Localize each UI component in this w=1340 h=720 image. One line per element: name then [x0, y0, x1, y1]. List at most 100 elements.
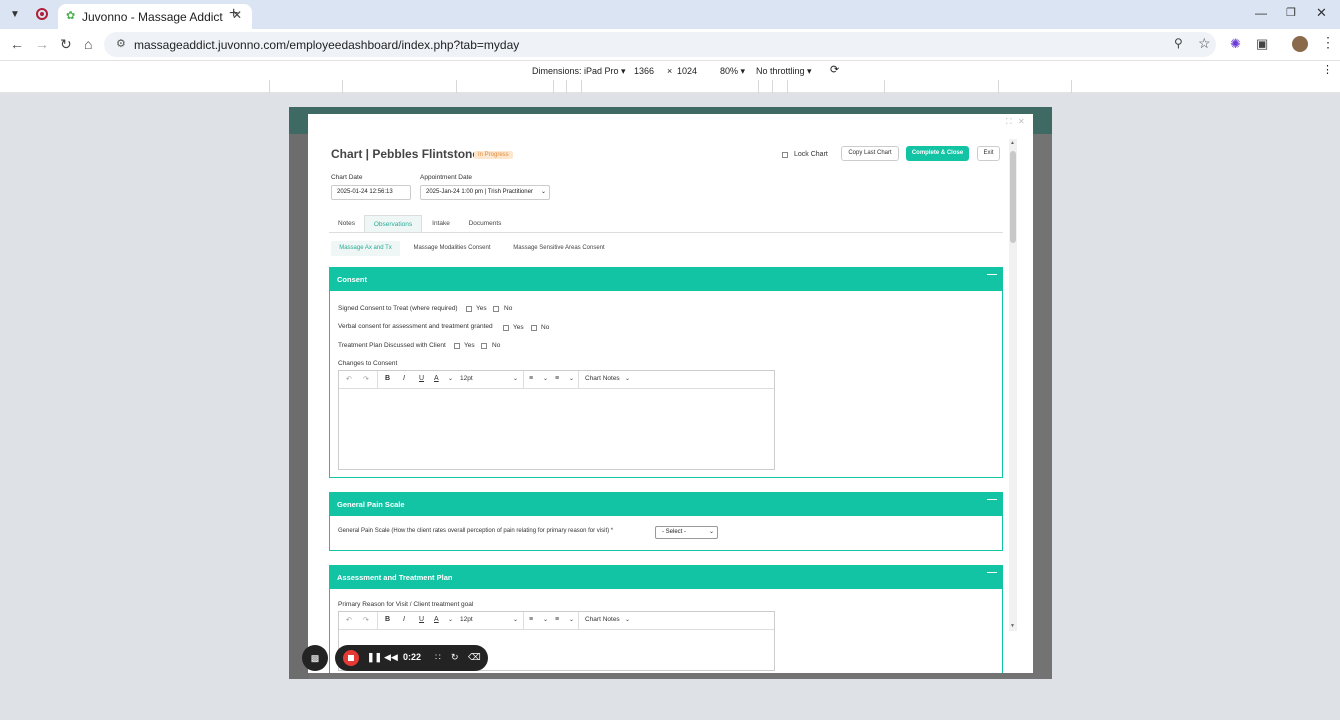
site-info-icon[interactable]: ⚙ — [116, 37, 126, 50]
browser-tab[interactable]: ✿ Juvonno - Massage Addict ✕ — [58, 4, 252, 29]
redo-icon[interactable]: ↷ — [363, 375, 369, 383]
zoom-dropdown[interactable]: 80% ▾ — [720, 66, 745, 77]
changes-consent-editor[interactable]: ↶ ↷ B I U A ⌄ 12pt ⌄ ≡ ⌄ ≡ ⌄ Chart Notes… — [338, 370, 775, 470]
underline-icon[interactable]: U — [419, 375, 424, 382]
home-icon[interactable]: ⌂ — [84, 36, 92, 52]
chevron-down-icon[interactable]: ⌄ — [569, 616, 574, 623]
tab-notes[interactable]: Notes — [333, 215, 360, 232]
treatment-plan-yes-checkbox[interactable] — [454, 343, 460, 349]
throttling-dropdown[interactable]: No throttling ▾ — [756, 66, 812, 77]
device-width-input[interactable]: 1366 — [634, 66, 654, 76]
url-text[interactable]: massageaddict.juvonno.com/employeedashbo… — [134, 38, 519, 52]
signed-consent-no-checkbox[interactable] — [493, 306, 499, 312]
complete-close-button[interactable]: Complete & Close — [906, 146, 969, 161]
bold-icon[interactable]: B — [385, 375, 390, 382]
expand-icon[interactable]: ⛶ — [1006, 117, 1012, 127]
tab-observations[interactable]: Observations — [364, 215, 422, 232]
restore-window-icon[interactable]: ❐ — [1286, 6, 1296, 19]
tab-intake[interactable]: Intake — [426, 215, 456, 232]
undo-icon[interactable]: ↶ — [346, 616, 352, 624]
consent-header[interactable]: Consent — — [330, 268, 1002, 291]
italic-icon[interactable]: I — [403, 616, 405, 623]
tab-documents[interactable]: Documents — [462, 215, 508, 232]
subtab-massage-ax-tx[interactable]: Massage Ax and Tx — [331, 241, 400, 256]
new-tab-icon[interactable]: + — [229, 5, 238, 23]
numbered-list-icon[interactable]: ≡ — [555, 375, 559, 382]
device-height-input[interactable]: 1024 — [677, 66, 697, 76]
trash-icon[interactable]: ⌫ — [468, 652, 481, 663]
bookmark-star-icon[interactable]: ☆ — [1198, 35, 1211, 52]
devtools-more-icon[interactable]: ⋮ — [1322, 63, 1333, 76]
underline-icon[interactable]: U — [419, 616, 424, 623]
chevron-down-icon[interactable]: ⌄ — [625, 616, 630, 623]
bold-icon[interactable]: B — [385, 616, 390, 623]
assessment-header[interactable]: Assessment and Treatment Plan — — [330, 566, 1002, 589]
chevron-down-icon[interactable]: ⌄ — [513, 375, 518, 382]
chevron-down-icon[interactable]: ⌄ — [513, 616, 518, 623]
chart-date-input[interactable]: 2025-01-24 12:56:13 — [331, 185, 411, 200]
browser-menu-icon[interactable]: ⋮ — [1321, 34, 1335, 51]
extension-icon[interactable]: ✺ — [1230, 36, 1241, 52]
collapse-icon[interactable]: — — [987, 566, 997, 580]
rewind-icon[interactable]: ◀◀ — [384, 652, 398, 663]
chart-notes-dropdown[interactable]: Chart Notes — [585, 375, 620, 382]
address-bar[interactable]: ⚙ massageaddict.juvonno.com/employeedash… — [104, 32, 1216, 57]
browser-toolbar: ← → ↻ ⌂ ⚙ massageaddict.juvonno.com/empl… — [0, 29, 1340, 60]
modal-close-icon[interactable]: ✕ — [1018, 117, 1025, 126]
subtab-sensitive-areas-consent[interactable]: Massage Sensitive Areas Consent — [506, 241, 612, 256]
pain-scale-header[interactable]: General Pain Scale — — [330, 493, 1002, 516]
exit-button[interactable]: Exit — [977, 146, 1000, 161]
undo-icon[interactable]: ↶ — [346, 375, 352, 383]
scroll-down-icon[interactable]: ▼ — [1010, 623, 1015, 629]
restart-icon[interactable]: ↻ — [451, 652, 459, 663]
pause-icon[interactable]: ❚❚ — [367, 652, 382, 663]
chart-notes-dropdown[interactable]: Chart Notes — [585, 616, 620, 623]
pain-scale-select[interactable]: - Select - ⌄ — [655, 526, 718, 539]
minimize-icon[interactable]: — — [1255, 6, 1267, 20]
signed-consent-yes-checkbox[interactable] — [466, 306, 472, 312]
chevron-down-icon[interactable]: ⌄ — [448, 375, 453, 382]
font-size-select[interactable]: 12pt — [460, 616, 473, 623]
numbered-list-icon[interactable]: ≡ — [555, 616, 559, 623]
collapse-icon[interactable]: — — [987, 268, 997, 282]
tab-search-chevron-icon[interactable]: ▼ — [6, 6, 24, 24]
camera-icon[interactable]: ▩ — [302, 645, 328, 671]
reload-icon[interactable]: ↻ — [60, 36, 72, 53]
forward-arrow-icon[interactable]: → — [35, 36, 49, 52]
recording-indicator-icon[interactable] — [36, 8, 48, 20]
scroll-thumb[interactable] — [1010, 151, 1016, 243]
chevron-down-icon[interactable]: ⌄ — [448, 616, 453, 623]
treatment-plan-no-checkbox[interactable] — [481, 343, 487, 349]
appointment-date-select[interactable]: 2025-Jan-24 1:00 pm | Trish Practitioner… — [420, 185, 550, 200]
italic-icon[interactable]: I — [403, 375, 405, 382]
verbal-consent-no-checkbox[interactable] — [531, 325, 537, 331]
grid-icon[interactable]: ∷ — [435, 652, 441, 663]
close-window-icon[interactable]: ✕ — [1316, 5, 1327, 21]
yes-label: Yes — [464, 342, 475, 349]
verbal-consent-yes-checkbox[interactable] — [503, 325, 509, 331]
rotate-device-icon[interactable]: ⟳ — [830, 63, 839, 76]
font-color-icon[interactable]: A — [434, 375, 439, 382]
chevron-down-icon[interactable]: ⌄ — [543, 616, 548, 623]
back-arrow-icon[interactable]: ← — [10, 36, 24, 52]
chevron-down-icon[interactable]: ⌄ — [569, 375, 574, 382]
chevron-down-icon[interactable]: ⌄ — [543, 375, 548, 382]
bullet-list-icon[interactable]: ≡ — [529, 375, 533, 382]
font-color-icon[interactable]: A — [434, 616, 439, 623]
scroll-up-icon[interactable]: ▲ — [1010, 140, 1015, 146]
stop-recording-button[interactable] — [343, 650, 359, 666]
chevron-down-icon[interactable]: ⌄ — [625, 375, 630, 382]
collapse-icon[interactable]: — — [987, 493, 997, 507]
bullet-list-icon[interactable]: ≡ — [529, 616, 533, 623]
subtab-modalities-consent[interactable]: Massage Modalities Consent — [405, 241, 499, 256]
device-dimensions-dropdown[interactable]: Dimensions: iPad Pro ▾ — [532, 66, 626, 77]
font-size-select[interactable]: 12pt — [460, 375, 473, 382]
redo-icon[interactable]: ↷ — [363, 616, 369, 624]
modal-scrollbar[interactable]: ▲ ▼ — [1009, 139, 1017, 631]
zoom-icon[interactable]: ⚲ — [1174, 36, 1183, 50]
extensions-puzzle-icon[interactable]: ▣ — [1256, 36, 1268, 52]
copy-last-chart-button[interactable]: Copy Last Chart — [841, 146, 899, 161]
lock-chart-checkbox[interactable] — [782, 152, 788, 158]
lock-chart-label: Lock Chart — [794, 151, 828, 158]
profile-avatar[interactable] — [1292, 36, 1308, 52]
